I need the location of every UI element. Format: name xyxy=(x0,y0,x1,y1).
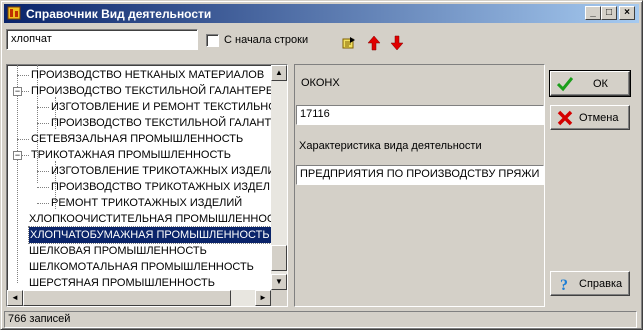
minimize-icon: _ xyxy=(590,7,596,18)
okonh-field[interactable]: 17116 xyxy=(296,105,544,125)
tree-item[interactable]: ИЗГОТОВЛЕНИЕ И РЕМОНТ ТЕКСТИЛЬНО xyxy=(51,99,272,115)
tree-item[interactable]: ХЛОПКООЧИСТИТЕЛЬНАЯ ПРОМЫШЛЕННОС xyxy=(29,211,272,227)
help-button[interactable]: ? Справка xyxy=(550,271,630,296)
tree-item[interactable]: ШЕЛКОМОТАЛЬНАЯ ПРОМЫШЛЕННОСТЬ xyxy=(29,259,254,275)
ok-button[interactable]: ОК xyxy=(549,70,631,97)
tree-item[interactable]: ХЛОПЧАТОБУМАЖНАЯ ПРОМЫШЛЕННОСТЬ xyxy=(28,226,272,244)
match-start-checkbox[interactable] xyxy=(206,34,219,47)
scroll-right-button[interactable]: ► xyxy=(255,290,271,306)
cancel-label: Отмена xyxy=(579,112,619,124)
tree-line xyxy=(37,107,49,109)
tree-item[interactable]: ПРОИЗВОДСТВО ТЕКСТИЛЬНОЙ ГАЛАНТЕРЕ xyxy=(31,83,272,99)
record-count: 766 записей xyxy=(4,311,637,328)
tree-line xyxy=(37,123,49,125)
cancel-button[interactable]: Отмена xyxy=(550,105,630,130)
okonh-label: ОКОНХ xyxy=(301,77,340,89)
find-icon[interactable] xyxy=(341,35,357,51)
title-bar[interactable]: Справочник Вид деятельности _ □ × xyxy=(4,4,639,23)
minimize-button[interactable]: _ xyxy=(585,6,601,20)
tree-vertical-scrollbar[interactable]: ▲ ▼ xyxy=(271,65,287,290)
characteristic-label: Характеристика вида деятельности xyxy=(299,140,482,152)
search-input[interactable]: хлопчат xyxy=(6,29,198,50)
tree-expander-icon[interactable]: − xyxy=(13,151,22,160)
tree-line xyxy=(37,171,49,173)
scroll-up-button[interactable]: ▲ xyxy=(271,65,287,81)
ok-label: ОК xyxy=(593,78,608,90)
scroll-left-button[interactable]: ◄ xyxy=(7,290,23,306)
activity-tree[interactable]: ПРОИЗВОДСТВО НЕТКАНЫХ МАТЕРИАЛОВ − ПРОИЗВО… xyxy=(6,64,288,307)
tree-expander-icon[interactable]: − xyxy=(13,87,22,96)
close-button[interactable]: × xyxy=(619,6,635,20)
match-start-label[interactable]: С начала строки xyxy=(224,34,308,46)
tree-item[interactable]: ИЗГОТОВЛЕНИЕ ТРИКОТАЖНЫХ ИЗДЕЛИ xyxy=(51,163,272,179)
tree-line xyxy=(17,75,29,77)
tree-line xyxy=(37,203,49,205)
tree-item[interactable]: ПРОИЗВОДСТВО ТЕКСТИЛЬНОЙ ГАЛАНТ xyxy=(51,115,271,131)
tree-item[interactable]: ТРИКОТАЖНАЯ ПРОМЫШЛЕННОСТЬ xyxy=(31,147,231,163)
arrow-down-icon[interactable] xyxy=(389,35,405,51)
maximize-icon: □ xyxy=(605,7,613,18)
tree-line xyxy=(17,139,29,141)
scroll-thumb-horizontal[interactable] xyxy=(23,290,231,306)
app-icon xyxy=(7,6,21,20)
maximize-button[interactable]: □ xyxy=(601,6,617,20)
window-title: Справочник Вид деятельности xyxy=(26,7,212,21)
tree-item[interactable]: ПРОИЗВОДСТВО НЕТКАНЫХ МАТЕРИАЛОВ xyxy=(31,67,264,83)
scroll-down-button[interactable]: ▼ xyxy=(271,274,287,290)
tree-item[interactable]: ШЕЛКОВАЯ ПРОМЫШЛЕННОСТЬ xyxy=(29,243,207,259)
tree-item[interactable]: ШЕРСТЯНАЯ ПРОМЫШЛЕННОСТЬ xyxy=(29,275,215,289)
tree-item[interactable]: СЕТЕВЯЗАЛЬНАЯ ПРОМЫШЛЕННОСТЬ xyxy=(31,131,243,147)
svg-text:?: ? xyxy=(560,277,568,292)
dialog-window: Справочник Вид деятельности _ □ × хлопча… xyxy=(0,0,643,330)
scroll-corner xyxy=(271,290,287,306)
details-panel: ОКОНХ 17116 Характеристика вида деятельн… xyxy=(294,64,545,307)
tree-item[interactable]: ПРОИЗВОДСТВО ТРИКОТАЖНЫХ ИЗДЕЛ xyxy=(51,179,270,195)
arrow-up-icon[interactable] xyxy=(366,35,382,51)
checkmark-icon xyxy=(557,77,573,92)
characteristic-field[interactable]: ПРЕДПРИЯТИЯ ПО ПРОИЗВОДСТВУ ПРЯЖИ xyxy=(296,165,544,185)
tree-items-area: ПРОИЗВОДСТВО НЕТКАНЫХ МАТЕРИАЛОВ − ПРОИЗВО… xyxy=(7,65,272,289)
tree-line xyxy=(17,65,19,283)
scroll-thumb[interactable] xyxy=(271,245,287,271)
cross-icon xyxy=(557,110,573,126)
tree-item[interactable]: РЕМОНТ ТРИКОТАЖНЫХ ИЗДЕЛИЙ xyxy=(51,195,242,211)
help-label: Справка xyxy=(579,278,623,290)
help-icon: ? xyxy=(560,277,568,292)
close-icon: × xyxy=(624,7,630,18)
tree-horizontal-scrollbar[interactable]: ◄ ► xyxy=(7,290,271,306)
tree-line xyxy=(37,187,49,189)
status-bar: 766 записей xyxy=(4,311,639,328)
